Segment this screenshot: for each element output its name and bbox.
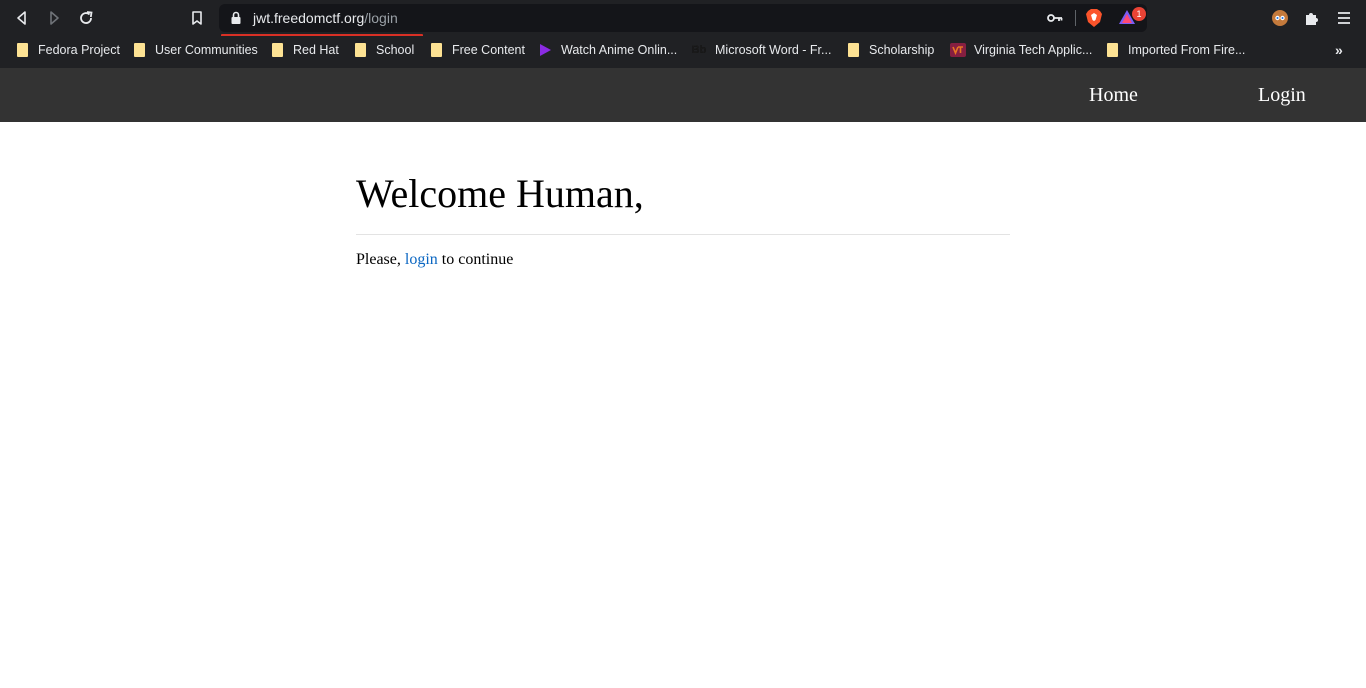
- login-link[interactable]: login: [405, 251, 438, 268]
- extensions-button[interactable]: [1302, 8, 1322, 28]
- url-text[interactable]: jwt.freedomctf.org/login: [253, 4, 398, 32]
- avatar-icon: [1272, 10, 1288, 26]
- bookmark-fedora-project[interactable]: Fedora Project: [14, 36, 120, 64]
- bookmark-red-hat[interactable]: Red Hat: [269, 36, 339, 64]
- bookmark-label: Fedora Project: [38, 43, 120, 57]
- main-content: Welcome Human, Please, login to continue: [356, 122, 1010, 269]
- reload-icon: [80, 11, 93, 24]
- forward-button[interactable]: [42, 6, 66, 30]
- folder-icon: [428, 42, 444, 58]
- url-path: /login: [364, 10, 398, 26]
- url-host: jwt.freedomctf.org: [253, 10, 365, 26]
- title-divider: [356, 234, 1010, 235]
- page-title: Welcome Human,: [356, 171, 644, 216]
- key-icon[interactable]: [1047, 12, 1063, 24]
- menu-button[interactable]: [1334, 8, 1354, 28]
- bookmark-label: Red Hat: [293, 43, 339, 57]
- back-icon: [17, 11, 26, 25]
- bookmark-label: User Communities: [155, 43, 258, 57]
- bookmark-label: Scholarship: [869, 43, 935, 57]
- nav-login-link[interactable]: Login: [1258, 68, 1306, 122]
- rewards-badge: 1: [1132, 7, 1146, 21]
- bookmark-scholarship[interactable]: Scholarship: [845, 36, 934, 64]
- brave-shields-icon[interactable]: [1085, 8, 1103, 28]
- bookmark-school[interactable]: School: [352, 36, 414, 64]
- prompt-text-before: Please,: [356, 251, 401, 268]
- bookmark-watch-anime[interactable]: Watch Anime Onlin...: [537, 36, 677, 64]
- bookmark-label: School: [376, 43, 415, 57]
- bookmark-label: Imported From Fire...: [1128, 43, 1246, 57]
- puzzle-icon: [1306, 13, 1318, 25]
- vt-icon: [950, 42, 966, 58]
- nav-home-link[interactable]: Home: [1089, 68, 1138, 122]
- bookmark-imported-from-firefox[interactable]: Imported From Fire...: [1104, 36, 1245, 64]
- hamburger-menu-icon: [1338, 12, 1350, 24]
- reload-button[interactable]: [74, 6, 98, 30]
- bookmark-microsoft-word[interactable]: Bb Microsoft Word - Fr...: [691, 36, 831, 64]
- bookmark-label: Free Content: [452, 43, 525, 57]
- address-bar-separator: [1075, 10, 1076, 26]
- folder-icon: [269, 42, 285, 58]
- lock-icon[interactable]: [230, 11, 242, 25]
- bookmark-user-communities[interactable]: User Communities: [131, 36, 258, 64]
- more-bookmarks-chevron-icon[interactable]: »: [1335, 42, 1343, 58]
- folder-icon: [14, 42, 30, 58]
- folder-icon: [352, 42, 368, 58]
- address-bar[interactable]: jwt.freedomctf.org/login 1: [219, 4, 1147, 32]
- bookmark-label: Watch Anime Onlin...: [561, 43, 678, 57]
- back-button[interactable]: [10, 6, 34, 30]
- bookmark-label: Virginia Tech Applic...: [974, 43, 1093, 57]
- bookmark-icon: [192, 11, 202, 25]
- forward-icon: [50, 11, 59, 25]
- play-icon: [537, 42, 553, 58]
- site-navbar: Home Login: [0, 68, 1366, 122]
- bookmark-virginia-tech[interactable]: Virginia Tech Applic...: [950, 36, 1092, 64]
- login-prompt: Please, login to continue: [356, 251, 1010, 269]
- prompt-text-after: to continue: [441, 251, 514, 268]
- folder-icon: [845, 42, 861, 58]
- bb-icon: Bb: [691, 42, 707, 58]
- bookmark-free-content[interactable]: Free Content: [428, 36, 525, 64]
- folder-icon: [1104, 42, 1120, 58]
- bookmarks-bar: Fedora Project User Communities Red Hat …: [0, 36, 1366, 68]
- bookmark-label: Microsoft Word - Fr...: [715, 43, 832, 57]
- profile-avatar[interactable]: [1270, 8, 1290, 28]
- folder-icon: [131, 42, 147, 58]
- browser-toolbar: jwt.freedomctf.org/login 1: [0, 0, 1366, 37]
- bookmark-page-button[interactable]: [185, 6, 209, 30]
